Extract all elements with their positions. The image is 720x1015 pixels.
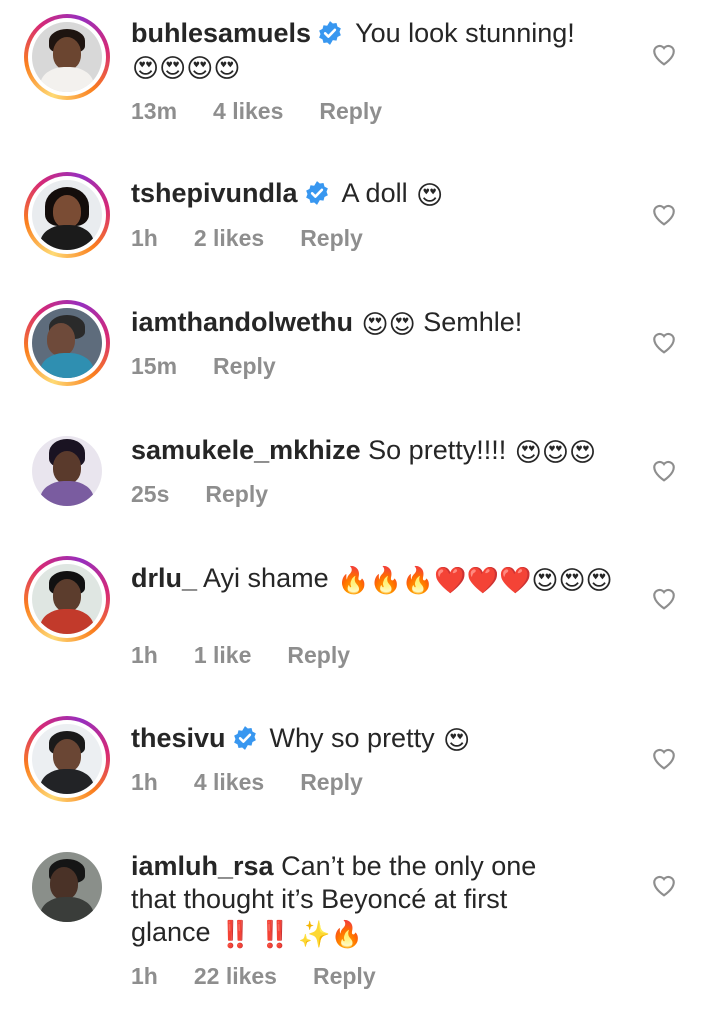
comment-body: You look stunning! (355, 18, 575, 48)
comment-meta: 1h 2 likes Reply (131, 225, 399, 252)
comment-time: 1h (131, 963, 158, 989)
reply-button[interactable]: Reply (205, 481, 268, 507)
comment-time: 15m (131, 353, 178, 379)
comment-emojis: 😍😍😍 (514, 437, 597, 467)
comment-likes[interactable]: 4 likes (194, 769, 264, 795)
comment-text: tshepivundla A doll 😍 (131, 177, 621, 210)
comment-username[interactable]: tshepivundla (131, 178, 298, 208)
comment-time: 25s (131, 481, 170, 507)
comment-time: 1h (131, 769, 158, 795)
comment-body: So pretty!!!! (368, 435, 507, 465)
comment-likes[interactable]: 2 likes (194, 225, 264, 251)
verified-badge-icon (305, 181, 328, 205)
reply-button[interactable]: Reply (213, 353, 276, 379)
avatar[interactable] (24, 300, 110, 386)
comment-text: samukele_mkhize So pretty!!!! 😍😍😍 (131, 434, 621, 467)
reply-button[interactable]: Reply (313, 963, 376, 989)
heart-outline-icon[interactable] (651, 586, 677, 610)
comment-emojis: 😍😍 (361, 309, 416, 339)
comment-body: Why so pretty (269, 723, 435, 753)
avatar[interactable] (24, 172, 110, 258)
heart-outline-icon[interactable] (651, 42, 677, 66)
comment-body: Ayi shame (203, 563, 329, 593)
comment-text: thesivu Why so pretty 😍 (131, 722, 621, 755)
comment-text: iamthandolwethu 😍😍 Semhle! (131, 306, 621, 339)
comment-text: drlu_ Ayi shame 🔥🔥🔥❤️❤️❤️😍😍😍 (131, 562, 621, 595)
avatar[interactable] (24, 716, 110, 802)
comment-likes[interactable]: 4 likes (213, 98, 283, 124)
comment-time: 1h (131, 225, 158, 251)
avatar[interactable] (24, 14, 110, 100)
verified-badge-icon (233, 726, 256, 750)
avatar[interactable] (24, 556, 110, 642)
comment-likes[interactable]: 22 likes (194, 963, 277, 989)
comment-time: 1h (131, 642, 158, 668)
reply-button[interactable]: Reply (300, 225, 363, 251)
comment-meta: 13m 4 likes Reply (131, 98, 418, 125)
comment-meta: 1h 22 likes Reply (131, 963, 412, 990)
avatar[interactable] (24, 428, 110, 514)
comment-emojis: 😍😍😍😍 (132, 53, 241, 83)
comment-body: A doll (341, 178, 408, 208)
reply-button[interactable]: Reply (319, 98, 382, 124)
verified-badge-icon (319, 21, 341, 45)
comment-username[interactable]: samukele_mkhize (131, 435, 361, 465)
comment-username[interactable]: buhlesamuels (131, 18, 311, 48)
reply-button[interactable]: Reply (287, 642, 350, 668)
comment-emojis: 😍 (443, 725, 471, 755)
heart-outline-icon[interactable] (651, 458, 677, 482)
comment-likes[interactable]: 1 like (194, 642, 252, 668)
heart-outline-icon[interactable] (651, 330, 677, 354)
comment-text: buhlesamuels You look stunning! 😍😍😍😍 (131, 17, 621, 83)
comment-text: iamluh_rsa Can’t be the only one that th… (131, 850, 561, 949)
comment-meta: 25s Reply (131, 481, 304, 508)
comment-meta: 1h 1 like Reply (131, 642, 386, 669)
comment-username[interactable]: drlu_ (131, 563, 197, 593)
comment-emojis: 🔥🔥🔥❤️❤️❤️😍😍😍 (337, 565, 613, 595)
comment-body: Semhle! (423, 307, 523, 337)
comment-username[interactable]: iamthandolwethu (131, 307, 353, 337)
heart-outline-icon[interactable] (651, 746, 677, 770)
reply-button[interactable]: Reply (300, 769, 363, 795)
heart-outline-icon[interactable] (651, 873, 677, 897)
comment-time: 13m (131, 98, 178, 124)
comment-username[interactable]: thesivu (131, 723, 226, 753)
comment-meta: 1h 4 likes Reply (131, 769, 399, 796)
comment-username[interactable]: iamluh_rsa (131, 851, 274, 881)
comment-emojis: ‼️ ‼️ ✨🔥 (219, 919, 364, 949)
heart-outline-icon[interactable] (651, 202, 677, 226)
avatar[interactable] (24, 844, 110, 930)
comment-emojis: 😍 (416, 180, 444, 210)
comment-meta: 15m Reply (131, 353, 312, 380)
